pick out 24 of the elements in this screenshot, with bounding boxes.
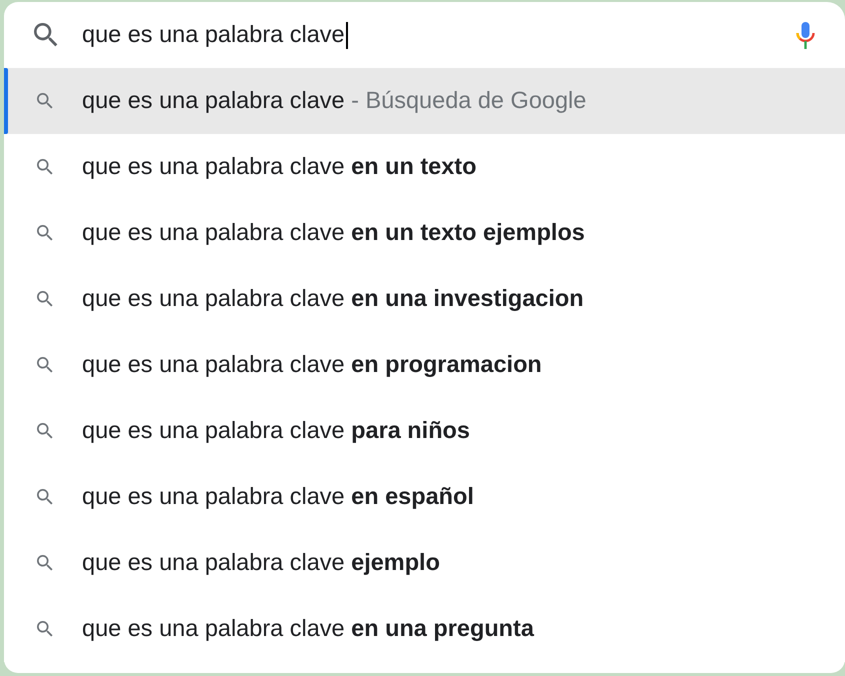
search-icon — [37, 489, 53, 505]
suggestion-text: que es una palabra clave en programacion — [82, 350, 542, 380]
search-icon — [34, 23, 58, 47]
search-icon — [37, 93, 53, 109]
search-icon — [37, 555, 53, 571]
search-icon — [37, 357, 53, 373]
suggestion-item[interactable]: que es una palabra clave - Búsqueda de Google — [4, 68, 845, 134]
search-icon — [37, 225, 53, 241]
microphone-icon[interactable] — [796, 22, 815, 48]
suggestion-text: que es una palabra clave en un texto — [82, 152, 476, 182]
suggestion-text: que es una palabra clave en una investigacion — [82, 284, 584, 314]
search-field[interactable]: que es una palabra clave — [82, 15, 796, 55]
suggestion-text: que es una palabra clave - Búsqueda de Google — [82, 86, 586, 116]
suggestion-text: que es una palabra clave ejemplo — [82, 548, 440, 578]
search-icon — [37, 423, 53, 439]
search-icon — [37, 159, 53, 175]
selection-indicator — [4, 68, 8, 134]
text-cursor — [346, 22, 348, 48]
suggestion-text: que es una palabra clave en un texto ejemplos — [82, 218, 585, 248]
search-icon — [37, 621, 53, 637]
search-icon — [37, 291, 53, 307]
suggestion-text: que es una palabra clave para niños — [82, 416, 470, 446]
suggestion-text: que es una palabra clave en una pregunta — [82, 614, 534, 644]
suggestion-text: que es una palabra clave en español — [82, 482, 474, 512]
